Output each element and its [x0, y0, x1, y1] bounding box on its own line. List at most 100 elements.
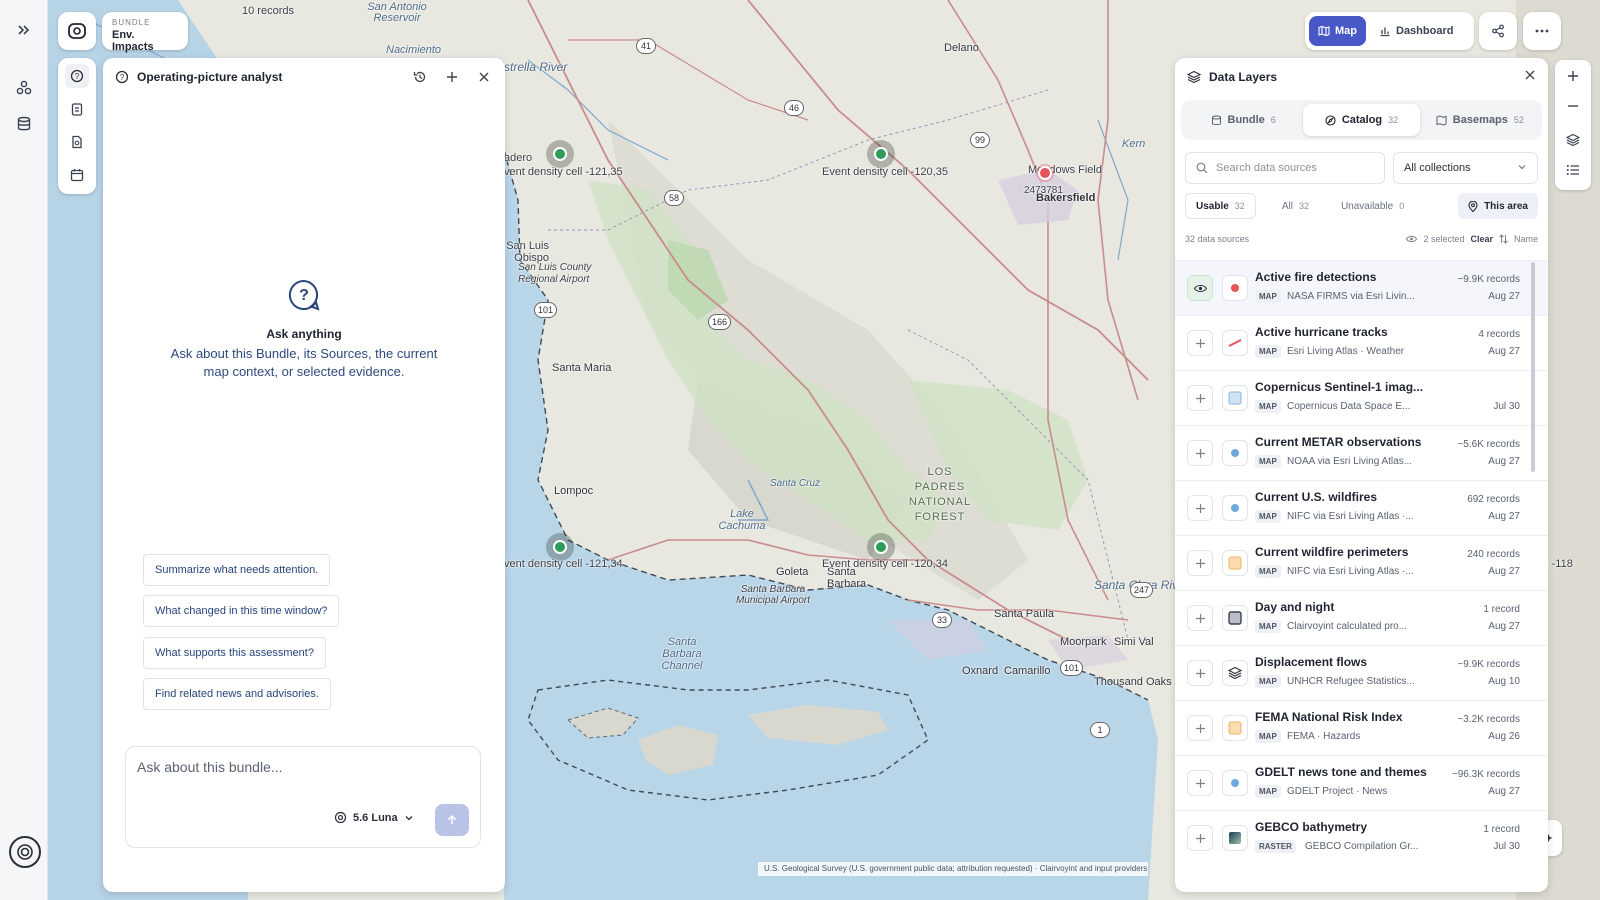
map-label-sb-channel: Santa Barbara Channel	[661, 636, 703, 672]
event-cell-marker[interactable]	[874, 147, 888, 161]
question-bubble-icon: ?	[115, 70, 129, 84]
zoom-in-icon[interactable]	[1561, 64, 1585, 88]
layer-swatch-icon	[1222, 825, 1248, 851]
data-source-row[interactable]: Current U.S. wildfires MAP NIFC via Esri L…	[1175, 480, 1548, 535]
tab-basemaps-count: 52	[1513, 115, 1524, 125]
analyst-panel: ? Operating-picture analyst ? Ask anythi…	[103, 58, 505, 892]
source-search-input[interactable]: Search data sources	[1216, 162, 1317, 174]
expand-sidebar-icon[interactable]	[12, 18, 36, 42]
analyst-tool-button[interactable]: ?	[65, 64, 89, 88]
map-label-moorpark: Moorpark	[1060, 636, 1107, 648]
event-cell-label: vent density cell -121,35	[504, 166, 623, 178]
add-layer-plus-icon[interactable]	[1187, 605, 1213, 631]
add-layer-plus-icon[interactable]	[1187, 770, 1213, 796]
tab-bundle[interactable]: Bundle 6	[1185, 104, 1301, 136]
svg-text:?: ?	[120, 73, 125, 82]
layer-swatch-icon	[1222, 440, 1248, 466]
legend-list-icon[interactable]	[1561, 158, 1585, 182]
data-source-row[interactable]: Active hurricane tracks MAP Esri Living At…	[1175, 315, 1548, 370]
model-selector[interactable]: 5.6 Luna	[334, 811, 414, 824]
dashboard-view-tab[interactable]: Dashboard	[1370, 16, 1462, 46]
map-label-thousand-oaks: Thousand Oaks	[1094, 676, 1172, 688]
fire-detection-marker[interactable]	[1038, 166, 1052, 180]
share-button[interactable]	[1479, 12, 1517, 50]
layer-source: Esri Living Atlas · Weather	[1287, 346, 1405, 357]
tab-catalog[interactable]: Catalog 32	[1303, 104, 1420, 136]
this-area-label: This area	[1484, 200, 1528, 212]
clipboard-tool-button[interactable]	[65, 97, 89, 121]
map-view-tab[interactable]: Map	[1309, 16, 1366, 46]
zoom-out-icon[interactable]	[1561, 94, 1585, 118]
map-label-sb-airport: Santa Barbara Municipal Airport	[735, 584, 811, 606]
event-cell-marker[interactable]	[553, 540, 567, 554]
app-logo-button[interactable]	[58, 12, 96, 50]
layer-source: NIFC via Esri Living Atlas ·...	[1287, 566, 1414, 577]
add-layer-plus-icon[interactable]	[1187, 715, 1213, 741]
data-source-row[interactable]: Current METAR observations MAP NOAA via Es…	[1175, 425, 1548, 480]
data-source-row[interactable]: Active fire detections MAP NASA FIRMS via …	[1175, 260, 1548, 315]
filter-unavailable[interactable]: Unavailable 0	[1331, 193, 1414, 219]
filter-unavailable-count: 0	[1399, 201, 1405, 211]
network-icon[interactable]	[12, 76, 36, 100]
suggestion-chip[interactable]: What changed in this time window?	[143, 595, 340, 627]
suggestion-chip[interactable]: Summarize what needs attention.	[143, 554, 331, 586]
suggestion-chip[interactable]: Find related news and advisories.	[143, 678, 331, 710]
collection-select[interactable]: All collections	[1393, 152, 1538, 184]
tab-basemaps[interactable]: Basemaps 52	[1422, 104, 1538, 136]
data-source-row[interactable]: Copernicus Sentinel-1 imag... MAP Copernic…	[1175, 370, 1548, 425]
clear-selection-link[interactable]: Clear	[1470, 234, 1493, 244]
history-icon[interactable]	[411, 68, 429, 86]
sort-icon[interactable]	[1499, 234, 1508, 244]
add-layer-plus-icon[interactable]	[1187, 550, 1213, 576]
map-label-oxnard: Oxnard	[962, 665, 999, 677]
layer-type-badge: MAP	[1255, 785, 1281, 798]
event-cell-marker[interactable]	[874, 540, 888, 554]
close-icon[interactable]	[1524, 68, 1536, 86]
list-scrollbar[interactable]	[1531, 262, 1535, 472]
highway-shield: 41	[636, 38, 656, 54]
bundle-chip[interactable]: BUNDLE Env. Impacts	[102, 12, 188, 53]
data-source-row[interactable]: GDELT news tone and themes MAP GDELT Proje…	[1175, 755, 1548, 810]
layer-name: Displacement flows	[1255, 655, 1368, 669]
layer-swatch-icon	[1222, 275, 1248, 301]
question-bubble-icon: ?	[70, 69, 84, 83]
new-chat-icon[interactable]	[443, 68, 461, 86]
share-icon	[1492, 24, 1504, 38]
add-layer-plus-icon[interactable]	[1187, 825, 1213, 851]
account-logo-icon[interactable]	[9, 836, 41, 868]
chat-composer[interactable]: Ask about this bundle... 5.6 Luna	[125, 746, 481, 848]
layer-source: GDELT Project · News	[1287, 786, 1388, 797]
data-source-row[interactable]: Displacement flows MAP UNHCR Refugee Stati…	[1175, 645, 1548, 700]
sort-field[interactable]: Name	[1514, 234, 1538, 244]
more-options-button[interactable]	[1523, 12, 1561, 50]
suggestion-chip[interactable]: What supports this assessment?	[143, 637, 326, 669]
data-source-row[interactable]: Day and night MAP Clairvoyint calculated p…	[1175, 590, 1548, 645]
this-area-button[interactable]: This area	[1458, 193, 1538, 219]
map-attribution[interactable]: U.S. Geological Survey (U.S. government …	[758, 862, 1148, 876]
send-button[interactable]	[435, 804, 469, 836]
event-cell-marker[interactable]	[553, 147, 567, 161]
add-layer-plus-icon[interactable]	[1187, 495, 1213, 521]
source-search-field[interactable]: Search data sources	[1185, 152, 1385, 184]
add-layer-plus-icon[interactable]	[1187, 660, 1213, 686]
database-icon[interactable]	[12, 112, 36, 136]
chevron-down-icon	[1517, 162, 1527, 175]
svg-text:?: ?	[75, 72, 80, 81]
document-search-tool-button[interactable]	[65, 130, 89, 154]
add-layer-plus-icon[interactable]	[1187, 330, 1213, 356]
close-icon[interactable]	[475, 68, 493, 86]
add-layer-plus-icon[interactable]	[1187, 440, 1213, 466]
document-search-icon	[72, 135, 82, 149]
chat-input[interactable]: Ask about this bundle...	[137, 759, 283, 775]
filter-all[interactable]: All 32	[1272, 193, 1319, 219]
data-source-row[interactable]: GEBCO bathymetry RASTER GEBCO Compilation …	[1175, 810, 1548, 865]
data-source-row[interactable]: FEMA National Risk Index MAP FEMA · Hazard…	[1175, 700, 1548, 755]
ask-heading: Ask anything	[266, 327, 342, 341]
data-source-row[interactable]: Current wildfire perimeters MAP NIFC via E…	[1175, 535, 1548, 590]
visibility-toggle-eye-icon[interactable]	[1187, 275, 1213, 301]
add-layer-plus-icon[interactable]	[1187, 385, 1213, 411]
calendar-tool-button[interactable]	[65, 163, 89, 187]
filter-usable[interactable]: Usable 32	[1185, 193, 1256, 219]
layers-icon[interactable]	[1561, 128, 1585, 152]
layer-source: GEBCO Compilation Gr...	[1305, 841, 1419, 852]
